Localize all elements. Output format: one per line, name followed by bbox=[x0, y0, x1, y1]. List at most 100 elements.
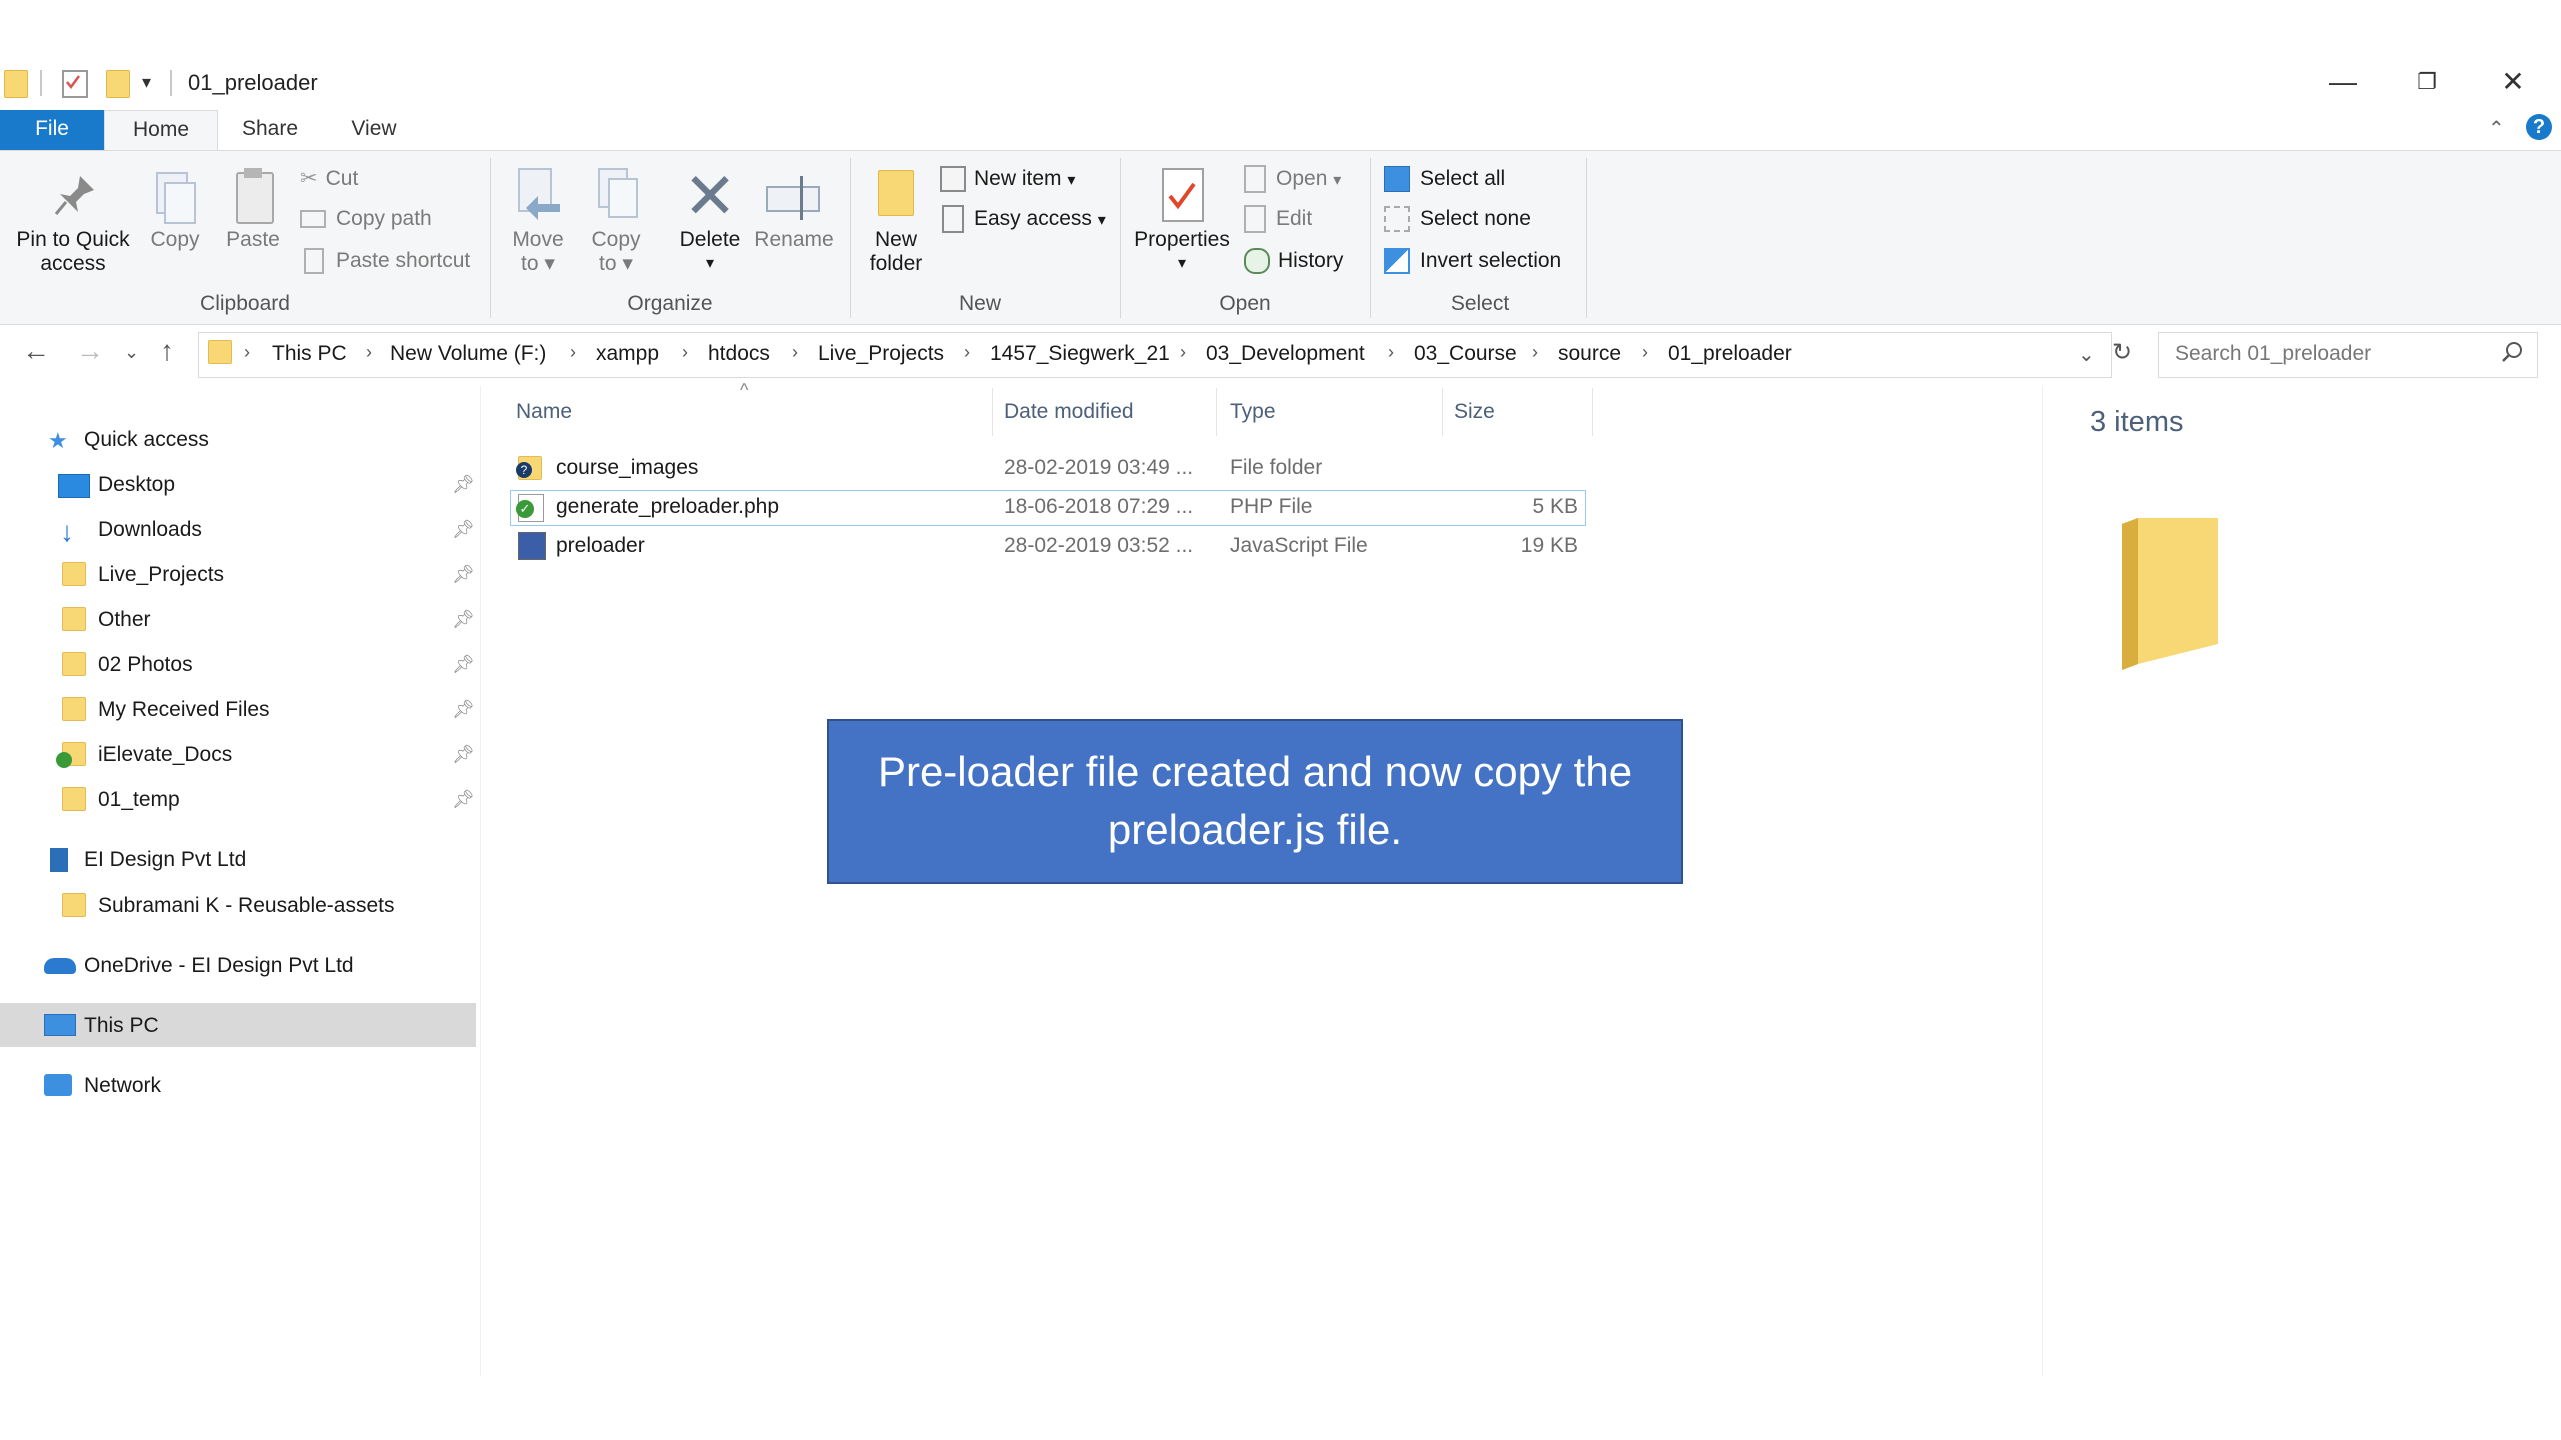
close-button[interactable]: ✕ bbox=[2490, 64, 2536, 100]
new-folder-quick-icon[interactable] bbox=[106, 70, 130, 98]
breadcrumb-new-volume[interactable]: New Volume (F:) bbox=[390, 342, 546, 366]
divider bbox=[490, 158, 491, 318]
nav-onedrive[interactable]: OneDrive - EI Design Pvt Ltd bbox=[84, 954, 354, 978]
edit-button[interactable]: Edit bbox=[1244, 204, 1312, 234]
up-arrow-icon[interactable]: ↑ bbox=[160, 335, 174, 367]
pin-icon[interactable]: 📌︎ bbox=[452, 654, 475, 675]
properties-chevron-icon[interactable]: ▾ bbox=[1128, 252, 1236, 276]
copy-path-button[interactable]: Copy path bbox=[300, 204, 432, 234]
tab-view[interactable]: View bbox=[334, 110, 414, 150]
delete-button[interactable]: ✕ Delete ▾ bbox=[672, 164, 748, 276]
tab-share[interactable]: Share bbox=[230, 110, 310, 150]
breadcrumb-separator-icon[interactable]: › bbox=[570, 342, 576, 363]
breadcrumb-source[interactable]: source bbox=[1558, 342, 1621, 366]
pin-icon[interactable]: 📌︎ bbox=[452, 474, 475, 495]
nav-ei-design[interactable]: EI Design Pvt Ltd bbox=[84, 848, 246, 872]
column-divider[interactable] bbox=[1592, 388, 1593, 436]
breadcrumb-separator-icon[interactable]: › bbox=[244, 342, 250, 363]
breadcrumb-live-projects[interactable]: Live_Projects bbox=[818, 342, 944, 366]
column-header-name[interactable]: Name bbox=[516, 400, 572, 424]
paste-button[interactable]: Paste bbox=[220, 168, 286, 252]
properties-button[interactable]: Properties ▾ bbox=[1128, 168, 1236, 276]
search-icon[interactable] bbox=[2500, 340, 2524, 369]
pin-icon[interactable]: 📌︎ bbox=[452, 699, 475, 720]
new-item-button[interactable]: New item ▾ bbox=[940, 164, 1075, 194]
breadcrumb-separator-icon[interactable]: › bbox=[682, 342, 688, 363]
breadcrumb-separator-icon[interactable]: › bbox=[366, 342, 372, 363]
new-folder-button[interactable]: New folder bbox=[858, 168, 934, 276]
paste-shortcut-button[interactable]: Paste shortcut bbox=[300, 246, 470, 276]
history-button[interactable]: History bbox=[1244, 246, 1343, 276]
cut-button[interactable]: ✂ Cut bbox=[300, 164, 358, 194]
breadcrumb-separator-icon[interactable]: › bbox=[792, 342, 798, 363]
column-header-size[interactable]: Size bbox=[1454, 400, 1495, 424]
breadcrumb-separator-icon[interactable]: › bbox=[1180, 342, 1186, 363]
pin-icon[interactable]: 📌︎ bbox=[452, 564, 475, 585]
breadcrumb-separator-icon[interactable]: › bbox=[1388, 342, 1394, 363]
cut-label: Cut bbox=[325, 167, 359, 190]
nav-item-live-projects[interactable]: Live_Projects bbox=[98, 563, 224, 587]
breadcrumb-this-pc[interactable]: This PC bbox=[272, 342, 347, 366]
minimize-button[interactable]: — bbox=[2320, 64, 2366, 100]
select-none-icon bbox=[1384, 206, 1410, 233]
select-none-button[interactable]: Select none bbox=[1384, 204, 1531, 234]
details-pane-divider[interactable] bbox=[2042, 386, 2043, 1376]
column-divider[interactable] bbox=[992, 388, 993, 436]
nav-quick-access[interactable]: Quick access bbox=[84, 428, 209, 452]
address-dropdown-chevron-icon[interactable]: ⌄ bbox=[2078, 342, 2095, 367]
refresh-icon[interactable]: ↻ bbox=[2112, 338, 2132, 367]
pin-icon[interactable]: 📌︎ bbox=[452, 789, 475, 810]
rename-button[interactable]: Rename bbox=[752, 168, 836, 252]
breadcrumb-separator-icon[interactable]: › bbox=[964, 342, 970, 363]
paste-icon bbox=[220, 168, 286, 228]
breadcrumb-htdocs[interactable]: htdocs bbox=[708, 342, 770, 366]
copy-button[interactable]: Copy bbox=[142, 168, 208, 252]
nav-item-my-received-files[interactable]: My Received Files bbox=[98, 698, 270, 722]
column-divider[interactable] bbox=[1216, 388, 1217, 436]
back-arrow-icon[interactable]: ← bbox=[22, 335, 50, 367]
nav-network[interactable]: Network bbox=[84, 1074, 161, 1098]
invert-selection-button[interactable]: Invert selection bbox=[1384, 246, 1561, 276]
copy-to-button[interactable]: Copy to ▾ bbox=[584, 168, 648, 276]
breadcrumb-separator-icon[interactable]: › bbox=[1532, 342, 1538, 363]
nav-this-pc[interactable]: This PC bbox=[84, 1014, 159, 1038]
pin-icon[interactable]: 📌︎ bbox=[452, 609, 475, 630]
breadcrumb-course[interactable]: 03_Course bbox=[1414, 342, 1517, 366]
nav-item-desktop[interactable]: Desktop bbox=[98, 473, 175, 497]
nav-item-downloads[interactable]: Downloads bbox=[98, 518, 202, 542]
nav-item-ielevate-docs[interactable]: iElevate_Docs bbox=[98, 743, 232, 767]
pin-icon[interactable]: 📌︎ bbox=[452, 519, 475, 540]
nav-item-other[interactable]: Other bbox=[98, 608, 151, 632]
tab-home[interactable]: Home bbox=[104, 110, 218, 152]
delete-chevron-icon[interactable]: ▾ bbox=[672, 252, 748, 276]
column-divider[interactable] bbox=[1442, 388, 1443, 436]
properties-check-icon[interactable] bbox=[62, 70, 88, 98]
customize-toolbar-chevron-icon[interactable]: ▾ bbox=[142, 72, 151, 93]
divider bbox=[170, 70, 172, 96]
breadcrumb-development[interactable]: 03_Development bbox=[1206, 342, 1365, 366]
tab-file[interactable]: File bbox=[0, 110, 104, 150]
select-all-button[interactable]: Select all bbox=[1384, 164, 1505, 194]
nav-item-02-photos[interactable]: 02 Photos bbox=[98, 653, 193, 677]
column-header-type[interactable]: Type bbox=[1230, 400, 1276, 424]
pin-icon[interactable]: 📌︎ bbox=[452, 744, 475, 765]
breadcrumb-01-preloader[interactable]: 01_preloader bbox=[1668, 342, 1792, 366]
breadcrumb-xampp[interactable]: xampp bbox=[596, 342, 659, 366]
maximize-button[interactable]: ❐ bbox=[2404, 64, 2450, 100]
breadcrumb-separator-icon[interactable]: › bbox=[1642, 342, 1648, 363]
collapse-ribbon-chevron-icon[interactable]: ⌃ bbox=[2488, 116, 2505, 141]
pin-to-quick-access-button[interactable]: Pin to Quick access bbox=[6, 168, 140, 276]
nav-subramani[interactable]: Subramani K - Reusable-assets bbox=[98, 894, 394, 918]
pane-divider[interactable] bbox=[480, 386, 481, 1376]
breadcrumb-siegwerk[interactable]: 1457_Siegwerk_21 bbox=[990, 342, 1170, 366]
open-button[interactable]: Open ▾ bbox=[1244, 164, 1341, 194]
history-icon bbox=[1244, 248, 1270, 275]
move-to-button[interactable]: Move to ▾ bbox=[506, 168, 570, 276]
help-icon[interactable]: ? bbox=[2526, 114, 2552, 140]
recent-locations-chevron-icon[interactable]: ⌄ bbox=[124, 342, 139, 363]
file-date: 18-06-2018 07:29 ... bbox=[1004, 495, 1194, 518]
forward-arrow-icon[interactable]: → bbox=[76, 335, 104, 367]
nav-item-01-temp[interactable]: 01_temp bbox=[98, 788, 180, 812]
easy-access-button[interactable]: Easy access ▾ bbox=[940, 204, 1106, 234]
column-header-date[interactable]: Date modified bbox=[1004, 400, 1134, 424]
